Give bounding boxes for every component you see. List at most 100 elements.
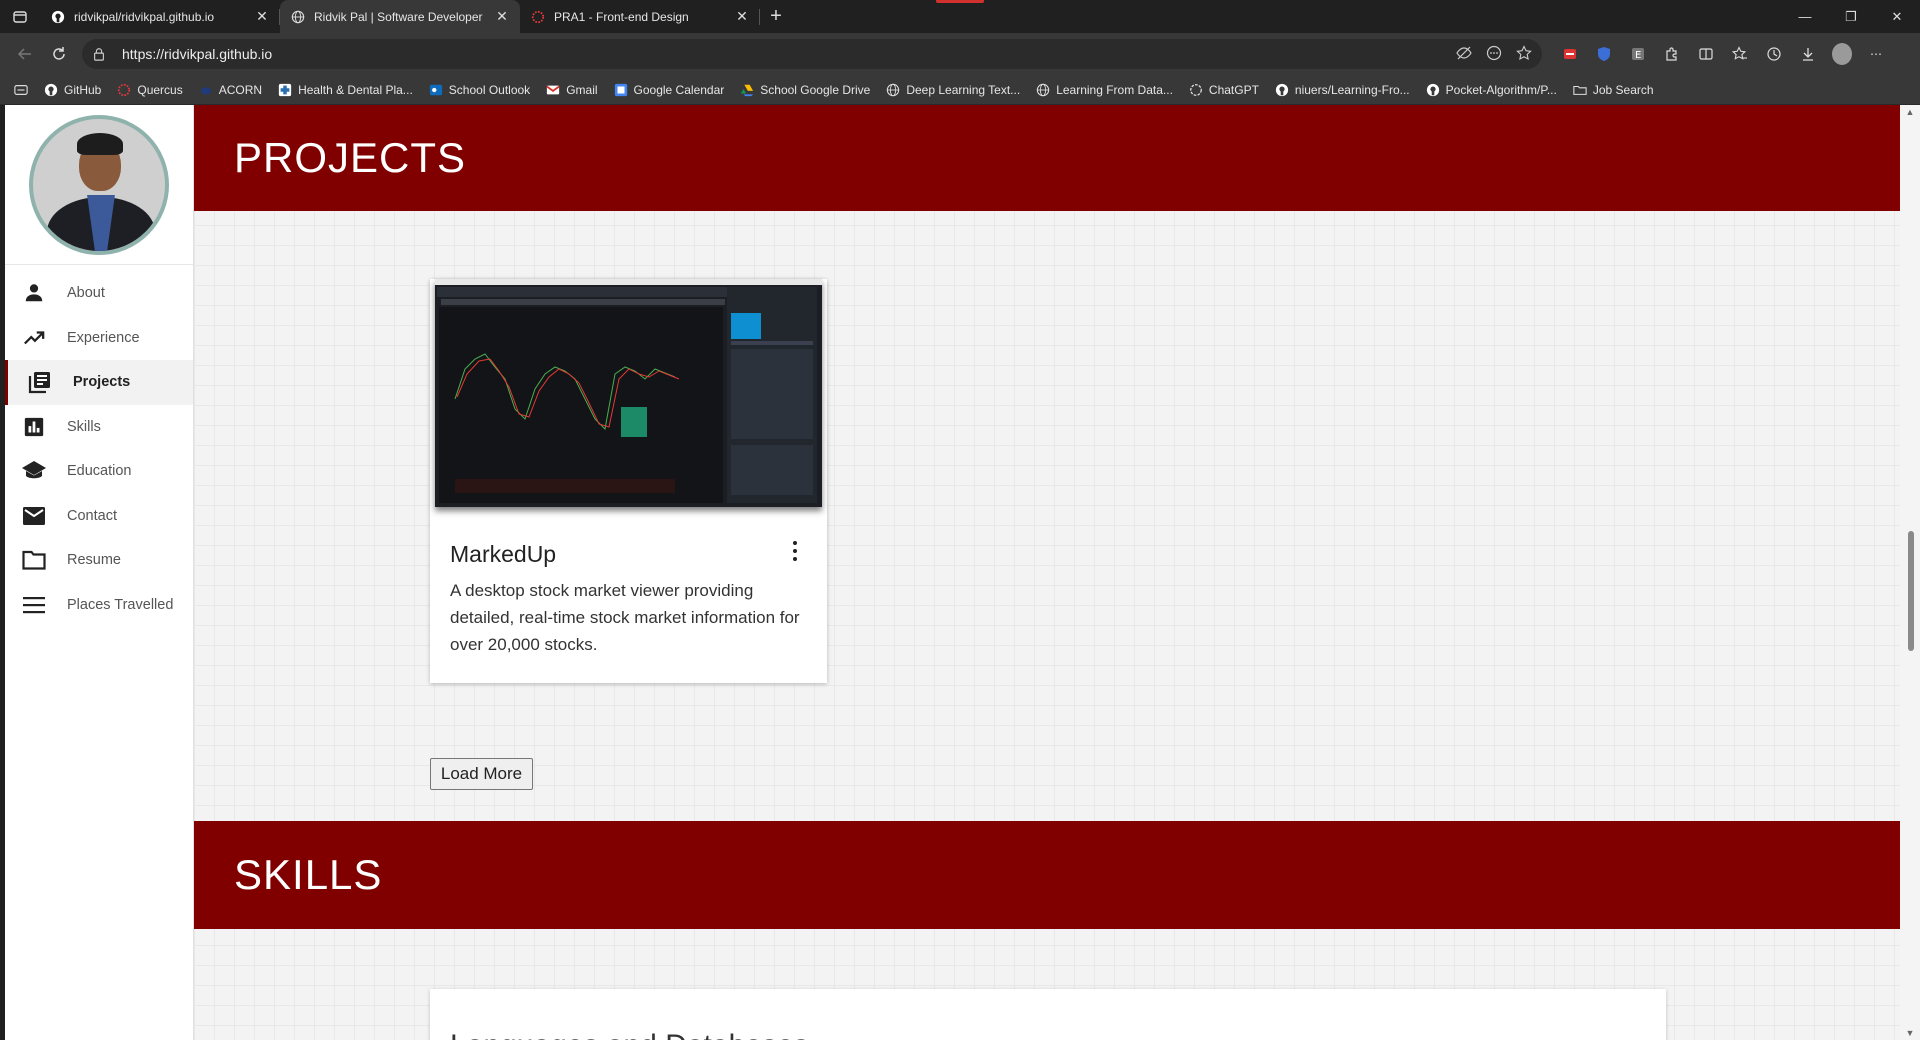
bookmark-label: Quercus [137, 82, 183, 97]
bookmark-item[interactable]: Deep Learning Text... [880, 78, 1026, 102]
browser-tab[interactable]: PRA1 - Front-end Design ✕ [520, 0, 760, 33]
profile-section [5, 105, 193, 265]
sidebar-item-experience[interactable]: Experience [5, 316, 193, 361]
bookmark-label: Deep Learning Text... [906, 82, 1021, 97]
downloads-icon[interactable] [1798, 44, 1818, 64]
close-tab-icon[interactable]: ✕ [494, 8, 510, 25]
mail-icon [21, 504, 47, 528]
minimize-button[interactable]: — [1782, 0, 1828, 33]
reload-button[interactable] [42, 37, 76, 71]
bookmarks-bar: GitHub Quercus ACORN Health & Dental Pla… [0, 75, 1920, 105]
tab-bar: ridvikpal/ridvikpal.github.io ✕ Ridvik P… [0, 0, 1920, 33]
restore-button[interactable]: ❐ [1828, 0, 1874, 33]
extension-red-icon[interactable] [1560, 44, 1580, 64]
bookmarks-menu-icon[interactable] [8, 78, 34, 102]
sidebar-item-label: About [67, 285, 105, 302]
school-icon [21, 459, 47, 483]
menu-icon [21, 593, 47, 617]
bookmark-item[interactable]: ACORN [193, 78, 268, 102]
sidebar-item-resume[interactable]: Resume [5, 538, 193, 583]
bookmark-item[interactable]: Google Calendar [608, 78, 731, 102]
bookmark-item[interactable]: ChatGPT [1183, 78, 1265, 102]
bookmark-label: niuers/Learning-Fro... [1294, 82, 1410, 97]
github-icon [1275, 83, 1289, 97]
close-tab-icon[interactable]: ✕ [734, 8, 750, 25]
bookmark-label: Job Search [1592, 82, 1654, 97]
bookmark-item[interactable]: Pocket-Algorithm/P... [1420, 78, 1563, 102]
history-icon[interactable] [1764, 44, 1784, 64]
bookmark-item[interactable]: GitHub [38, 78, 107, 102]
sidebar-item-label: Education [67, 463, 132, 480]
new-tab-button[interactable]: + [760, 0, 792, 33]
bookmark-item[interactable]: School Google Drive [734, 78, 876, 102]
close-tab-icon[interactable]: ✕ [254, 8, 270, 25]
bookmark-item[interactable]: School Outlook [423, 78, 536, 102]
bookmark-item[interactable]: Quercus [111, 78, 188, 102]
tab-title: ridvikpal/ridvikpal.github.io [74, 9, 215, 24]
sidebar-item-places-travelled[interactable]: Places Travelled [5, 583, 193, 628]
sidebar-item-label: Resume [67, 552, 121, 569]
tab-title: PRA1 - Front-end Design [554, 9, 689, 24]
quercus-icon [117, 83, 131, 97]
sidebar-menu: About Experience Projects Skills Educati… [5, 265, 193, 627]
project-description: A desktop stock market viewer providing … [450, 581, 800, 654]
browser-tab[interactable]: ridvikpal/ridvikpal.github.io ✕ [40, 0, 280, 33]
gmail-icon [546, 83, 560, 97]
favorites-icon[interactable] [1730, 44, 1750, 64]
extensions-bar: E ⋯ [1560, 43, 1886, 65]
bookmark-item[interactable]: Health & Dental Pla... [272, 78, 419, 102]
person-icon [21, 281, 47, 305]
page-scrollbar[interactable]: ▲ ▼ [1900, 105, 1920, 1040]
bookmark-item[interactable]: niuers/Learning-Fro... [1269, 78, 1416, 102]
scroll-thumb[interactable] [1908, 531, 1914, 651]
scroll-down-arrow-icon[interactable]: ▼ [1905, 1028, 1915, 1038]
extension-shield-icon[interactable] [1594, 44, 1614, 64]
extension-e-icon[interactable]: E [1628, 44, 1648, 64]
split-screen-icon[interactable] [1696, 44, 1716, 64]
sidebar-item-label: Places Travelled [67, 596, 174, 613]
address-toolbar: https://ridvikpal.github.io E ⋯ [0, 33, 1920, 75]
outlook-icon [429, 83, 443, 97]
address-bar-actions [1456, 44, 1532, 64]
sidebar-item-about[interactable]: About [5, 271, 193, 316]
skills-card-title: Languages and Databases [450, 1029, 809, 1040]
github-icon [50, 9, 66, 25]
recording-indicator [936, 0, 984, 3]
page-viewport: About Experience Projects Skills Educati… [0, 105, 1920, 1040]
close-window-button[interactable]: ✕ [1874, 0, 1920, 33]
sidebar-item-skills[interactable]: Skills [5, 405, 193, 450]
url-text[interactable]: https://ridvikpal.github.io [116, 46, 1456, 62]
address-bar[interactable]: https://ridvikpal.github.io [82, 39, 1542, 69]
more-site-info-icon[interactable] [1486, 45, 1502, 64]
settings-more-icon[interactable]: ⋯ [1866, 44, 1886, 64]
tab-actions-button[interactable] [0, 0, 40, 33]
sidebar-item-contact[interactable]: Contact [5, 494, 193, 539]
load-more-button[interactable]: Load More [430, 758, 533, 790]
bookmark-label: Gmail [566, 82, 598, 97]
plus-icon: + [770, 5, 782, 27]
tab-divider [759, 9, 760, 25]
tracking-prevention-icon[interactable] [1456, 45, 1472, 64]
bookmark-item[interactable]: Job Search [1567, 78, 1660, 102]
sidebar-item-label: Skills [67, 418, 101, 435]
sidebar-item-projects[interactable]: Projects [5, 360, 193, 405]
bookmark-item[interactable]: Gmail [540, 78, 603, 102]
lock-icon[interactable] [92, 47, 116, 61]
bookmark-item[interactable]: Learning From Data... [1030, 78, 1179, 102]
tab-title: Ridvik Pal | Software Developer [314, 9, 483, 24]
drive-icon [740, 83, 754, 97]
tab-actions-icon [13, 10, 27, 23]
project-card[interactable]: MarkedUp A desktop stock market viewer p… [430, 279, 827, 683]
more-vert-icon[interactable] [791, 541, 799, 561]
sidebar-nav: About Experience Projects Skills Educati… [5, 105, 194, 1040]
favorite-star-icon[interactable] [1516, 44, 1532, 64]
extensions-puzzle-icon[interactable] [1662, 44, 1682, 64]
health-icon [278, 83, 292, 97]
sidebar-item-education[interactable]: Education [5, 449, 193, 494]
bookmark-label: Google Calendar [633, 82, 725, 97]
back-button[interactable] [8, 37, 42, 71]
scroll-up-arrow-icon[interactable]: ▲ [1905, 107, 1915, 117]
profile-avatar-icon[interactable] [1832, 43, 1852, 65]
browser-tab-active[interactable]: Ridvik Pal | Software Developer ✕ [280, 0, 520, 33]
folder-icon [1573, 83, 1587, 97]
